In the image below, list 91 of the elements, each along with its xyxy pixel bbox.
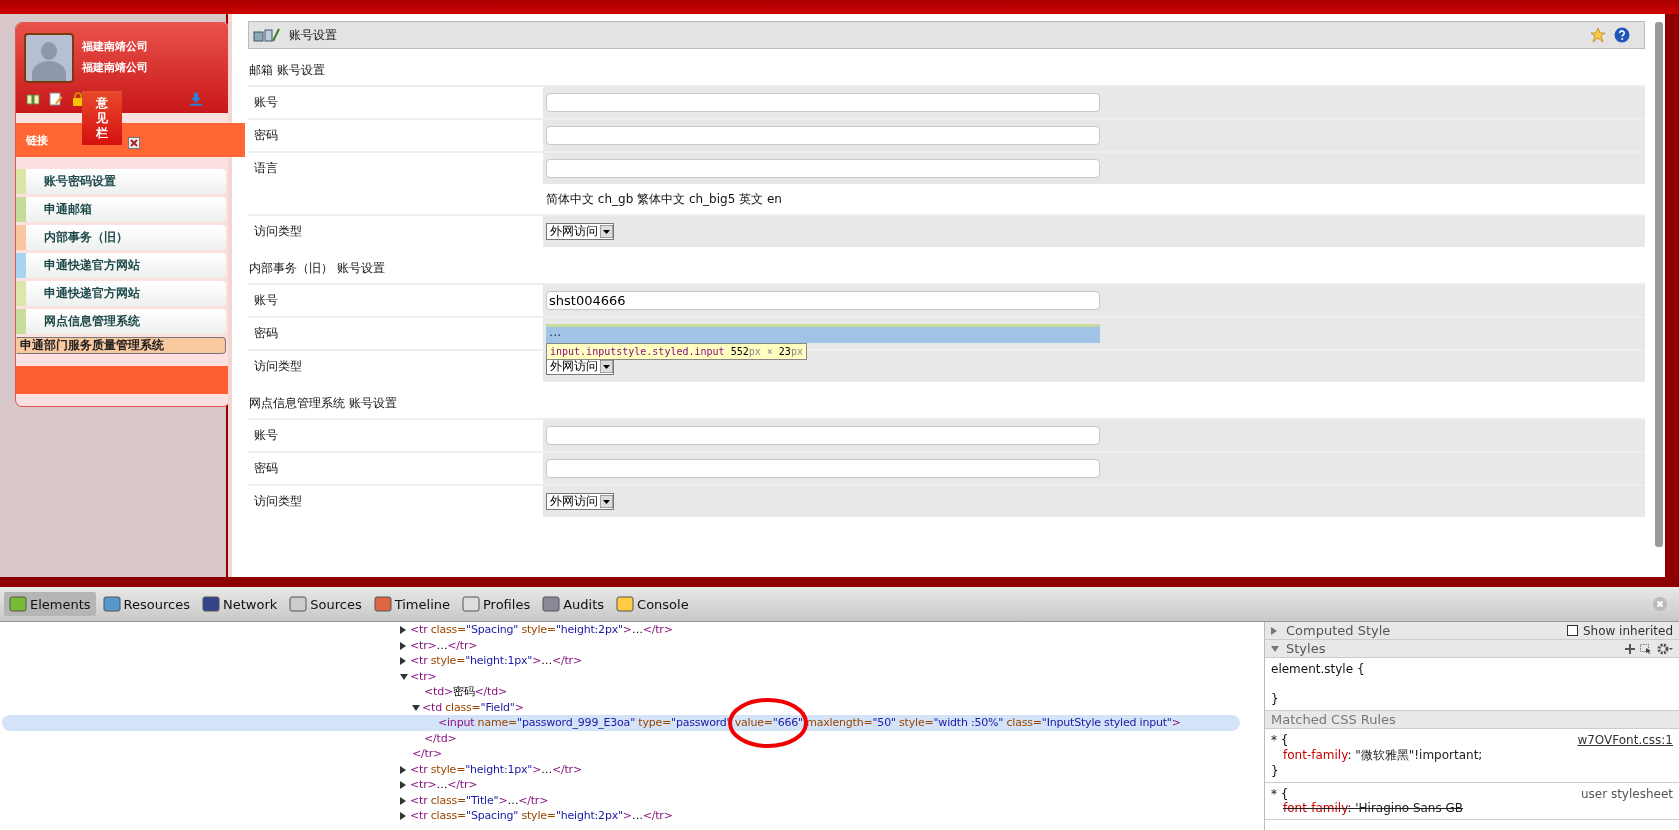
sidebar-link[interactable]: 申通部门服务质量管理系统 bbox=[16, 337, 226, 354]
devtools-tab[interactable]: Sources bbox=[284, 592, 367, 616]
checkbox-label: Show inherited bbox=[1582, 623, 1673, 638]
field-label: 密码 bbox=[254, 325, 278, 342]
panel-icon[interactable] bbox=[462, 595, 480, 613]
input-field[interactable] bbox=[546, 459, 1100, 478]
field-label: 密码 bbox=[254, 127, 278, 144]
input-field[interactable] bbox=[546, 126, 1100, 145]
scrollbar-thumb[interactable] bbox=[1655, 22, 1663, 547]
styles-header[interactable]: Styles bbox=[1265, 640, 1679, 658]
field-label: 账号 bbox=[254, 427, 278, 444]
sidebar-link[interactable]: 网点信息管理系统 bbox=[16, 309, 226, 334]
star-icon[interactable] bbox=[1590, 27, 1606, 43]
dom-node-line[interactable]: </tr> bbox=[0, 746, 1240, 762]
company-name: 福建南靖公司 bbox=[82, 39, 148, 54]
style-rule-brace: } bbox=[1271, 764, 1279, 778]
dom-node-line[interactable]: <tr> bbox=[0, 668, 1240, 684]
lock-icon[interactable] bbox=[72, 91, 84, 106]
input-field[interactable]: shst004666 bbox=[546, 291, 1100, 310]
dom-node-line[interactable]: <td>密码</td> bbox=[0, 684, 1240, 700]
devtools-tab[interactable]: Profiles bbox=[457, 592, 536, 616]
caret-icon[interactable] bbox=[600, 495, 613, 508]
sidebar-link[interactable]: 内部事务（旧） bbox=[16, 225, 226, 250]
stylesheet-link[interactable]: w7OVFont.css:1 bbox=[1577, 733, 1673, 747]
dom-node-line[interactable]: <tr style="height:1px">…</tr> bbox=[0, 761, 1240, 777]
style-rule-selector: element.style { bbox=[1271, 662, 1365, 676]
feedback-tab[interactable]: 意见栏 bbox=[82, 91, 122, 145]
panel-icon[interactable] bbox=[616, 595, 635, 613]
section-title: 内部事务（旧） 账号设置 bbox=[248, 260, 386, 277]
company-name: 福建南靖公司 bbox=[82, 60, 148, 75]
checkbox[interactable] bbox=[1566, 625, 1578, 636]
style-rule-selector: * { bbox=[1271, 733, 1289, 747]
stylesheet-source: user stylesheet bbox=[1580, 787, 1673, 801]
devtools-tab[interactable]: Audits bbox=[537, 592, 610, 616]
css-declaration: font-family: 'Hiragino Sans GB bbox=[1282, 801, 1464, 815]
sidebar-link[interactable]: 申通快递官方网站 bbox=[16, 253, 226, 278]
matched-rules-header: Matched CSS Rules bbox=[1265, 711, 1679, 729]
devtools-tab[interactable]: Resources bbox=[97, 592, 195, 616]
access-type-dropdown[interactable]: 外网访问 bbox=[546, 223, 614, 240]
panel-icon[interactable] bbox=[542, 595, 561, 613]
sidebar-link[interactable]: 申通邮箱 bbox=[16, 197, 226, 222]
style-rule-selector: * { bbox=[1271, 787, 1289, 801]
devtools-tab[interactable]: Timeline bbox=[368, 592, 455, 616]
panel-icon[interactable] bbox=[373, 595, 392, 613]
field-label: 访问类型 bbox=[254, 223, 302, 240]
add-icon[interactable] bbox=[1625, 643, 1635, 654]
dom-node-line[interactable]: <tr>…</tr> bbox=[0, 777, 1240, 793]
avatar-silhouette bbox=[24, 33, 74, 83]
dom-node-line[interactable]: <tr class="Spacing" style="height:2px">…</tr> bbox=[0, 622, 1240, 638]
dom-node-line[interactable]: </td> bbox=[0, 730, 1240, 746]
caret-icon[interactable] bbox=[600, 225, 613, 238]
book-icon[interactable] bbox=[26, 92, 40, 105]
input-field[interactable] bbox=[546, 93, 1100, 112]
field-label: 密码 bbox=[254, 460, 278, 477]
sidebar-link[interactable]: 申通快递官方网站 bbox=[16, 281, 226, 306]
devtools-tab[interactable]: Elements bbox=[4, 592, 96, 616]
language-options-text: 简体中文 ch_gb 繁体中文 ch_big5 英文 en bbox=[546, 190, 782, 208]
css-declaration: font-family: "微软雅黑"!important; bbox=[1282, 747, 1483, 764]
input-field[interactable] bbox=[546, 159, 1100, 178]
dom-node-line[interactable]: <tr class="Spacing" style="height:2px">…</tr> bbox=[0, 808, 1240, 824]
links-header: 链接 bbox=[26, 132, 48, 148]
panel-icon[interactable] bbox=[289, 595, 308, 613]
field-label: 账号 bbox=[254, 292, 278, 309]
dom-node-line[interactable]: <tr style="height:1px">…</tr> bbox=[0, 653, 1240, 669]
computed-style-header[interactable]: Computed Style Show inherited bbox=[1265, 622, 1679, 640]
access-type-dropdown[interactable]: 外网访问 bbox=[546, 493, 614, 510]
caret-icon[interactable] bbox=[600, 360, 613, 373]
field-label: 语言 bbox=[254, 160, 278, 177]
settings-tools-icon bbox=[253, 27, 281, 43]
dom-node-line[interactable]: <tr>…</tr> bbox=[0, 637, 1240, 653]
field-label: 访问类型 bbox=[254, 358, 302, 375]
field-label: 账号 bbox=[254, 94, 278, 111]
section-title: 网点信息管理系统 账号设置 bbox=[248, 395, 398, 412]
element-tooltip: input.inputstyle.styled.input 552px × 23px bbox=[546, 343, 807, 360]
devtools-tab[interactable]: Network bbox=[197, 592, 283, 616]
help-icon[interactable] bbox=[1614, 27, 1630, 43]
input-field[interactable]: ··· bbox=[546, 324, 1100, 343]
note-pencil-icon[interactable] bbox=[49, 91, 63, 106]
panel-icon[interactable] bbox=[202, 595, 220, 613]
section-title: 邮箱 账号设置 bbox=[248, 62, 326, 79]
style-rule-brace: } bbox=[1271, 692, 1279, 706]
devtools-tab[interactable]: Console bbox=[611, 592, 694, 616]
input-field[interactable] bbox=[546, 426, 1100, 445]
sidebar-link[interactable]: 账号密码设置 bbox=[16, 169, 226, 194]
element-picker-icon[interactable] bbox=[1640, 643, 1652, 654]
page-title: 账号设置 bbox=[289, 26, 337, 44]
close-icon[interactable] bbox=[128, 137, 140, 149]
panel-icon[interactable] bbox=[102, 595, 121, 613]
dom-node-line[interactable]: <tr class="Title">…</tr> bbox=[0, 792, 1240, 808]
gear-icon[interactable] bbox=[1657, 642, 1673, 655]
field-label: 访问类型 bbox=[254, 493, 302, 510]
